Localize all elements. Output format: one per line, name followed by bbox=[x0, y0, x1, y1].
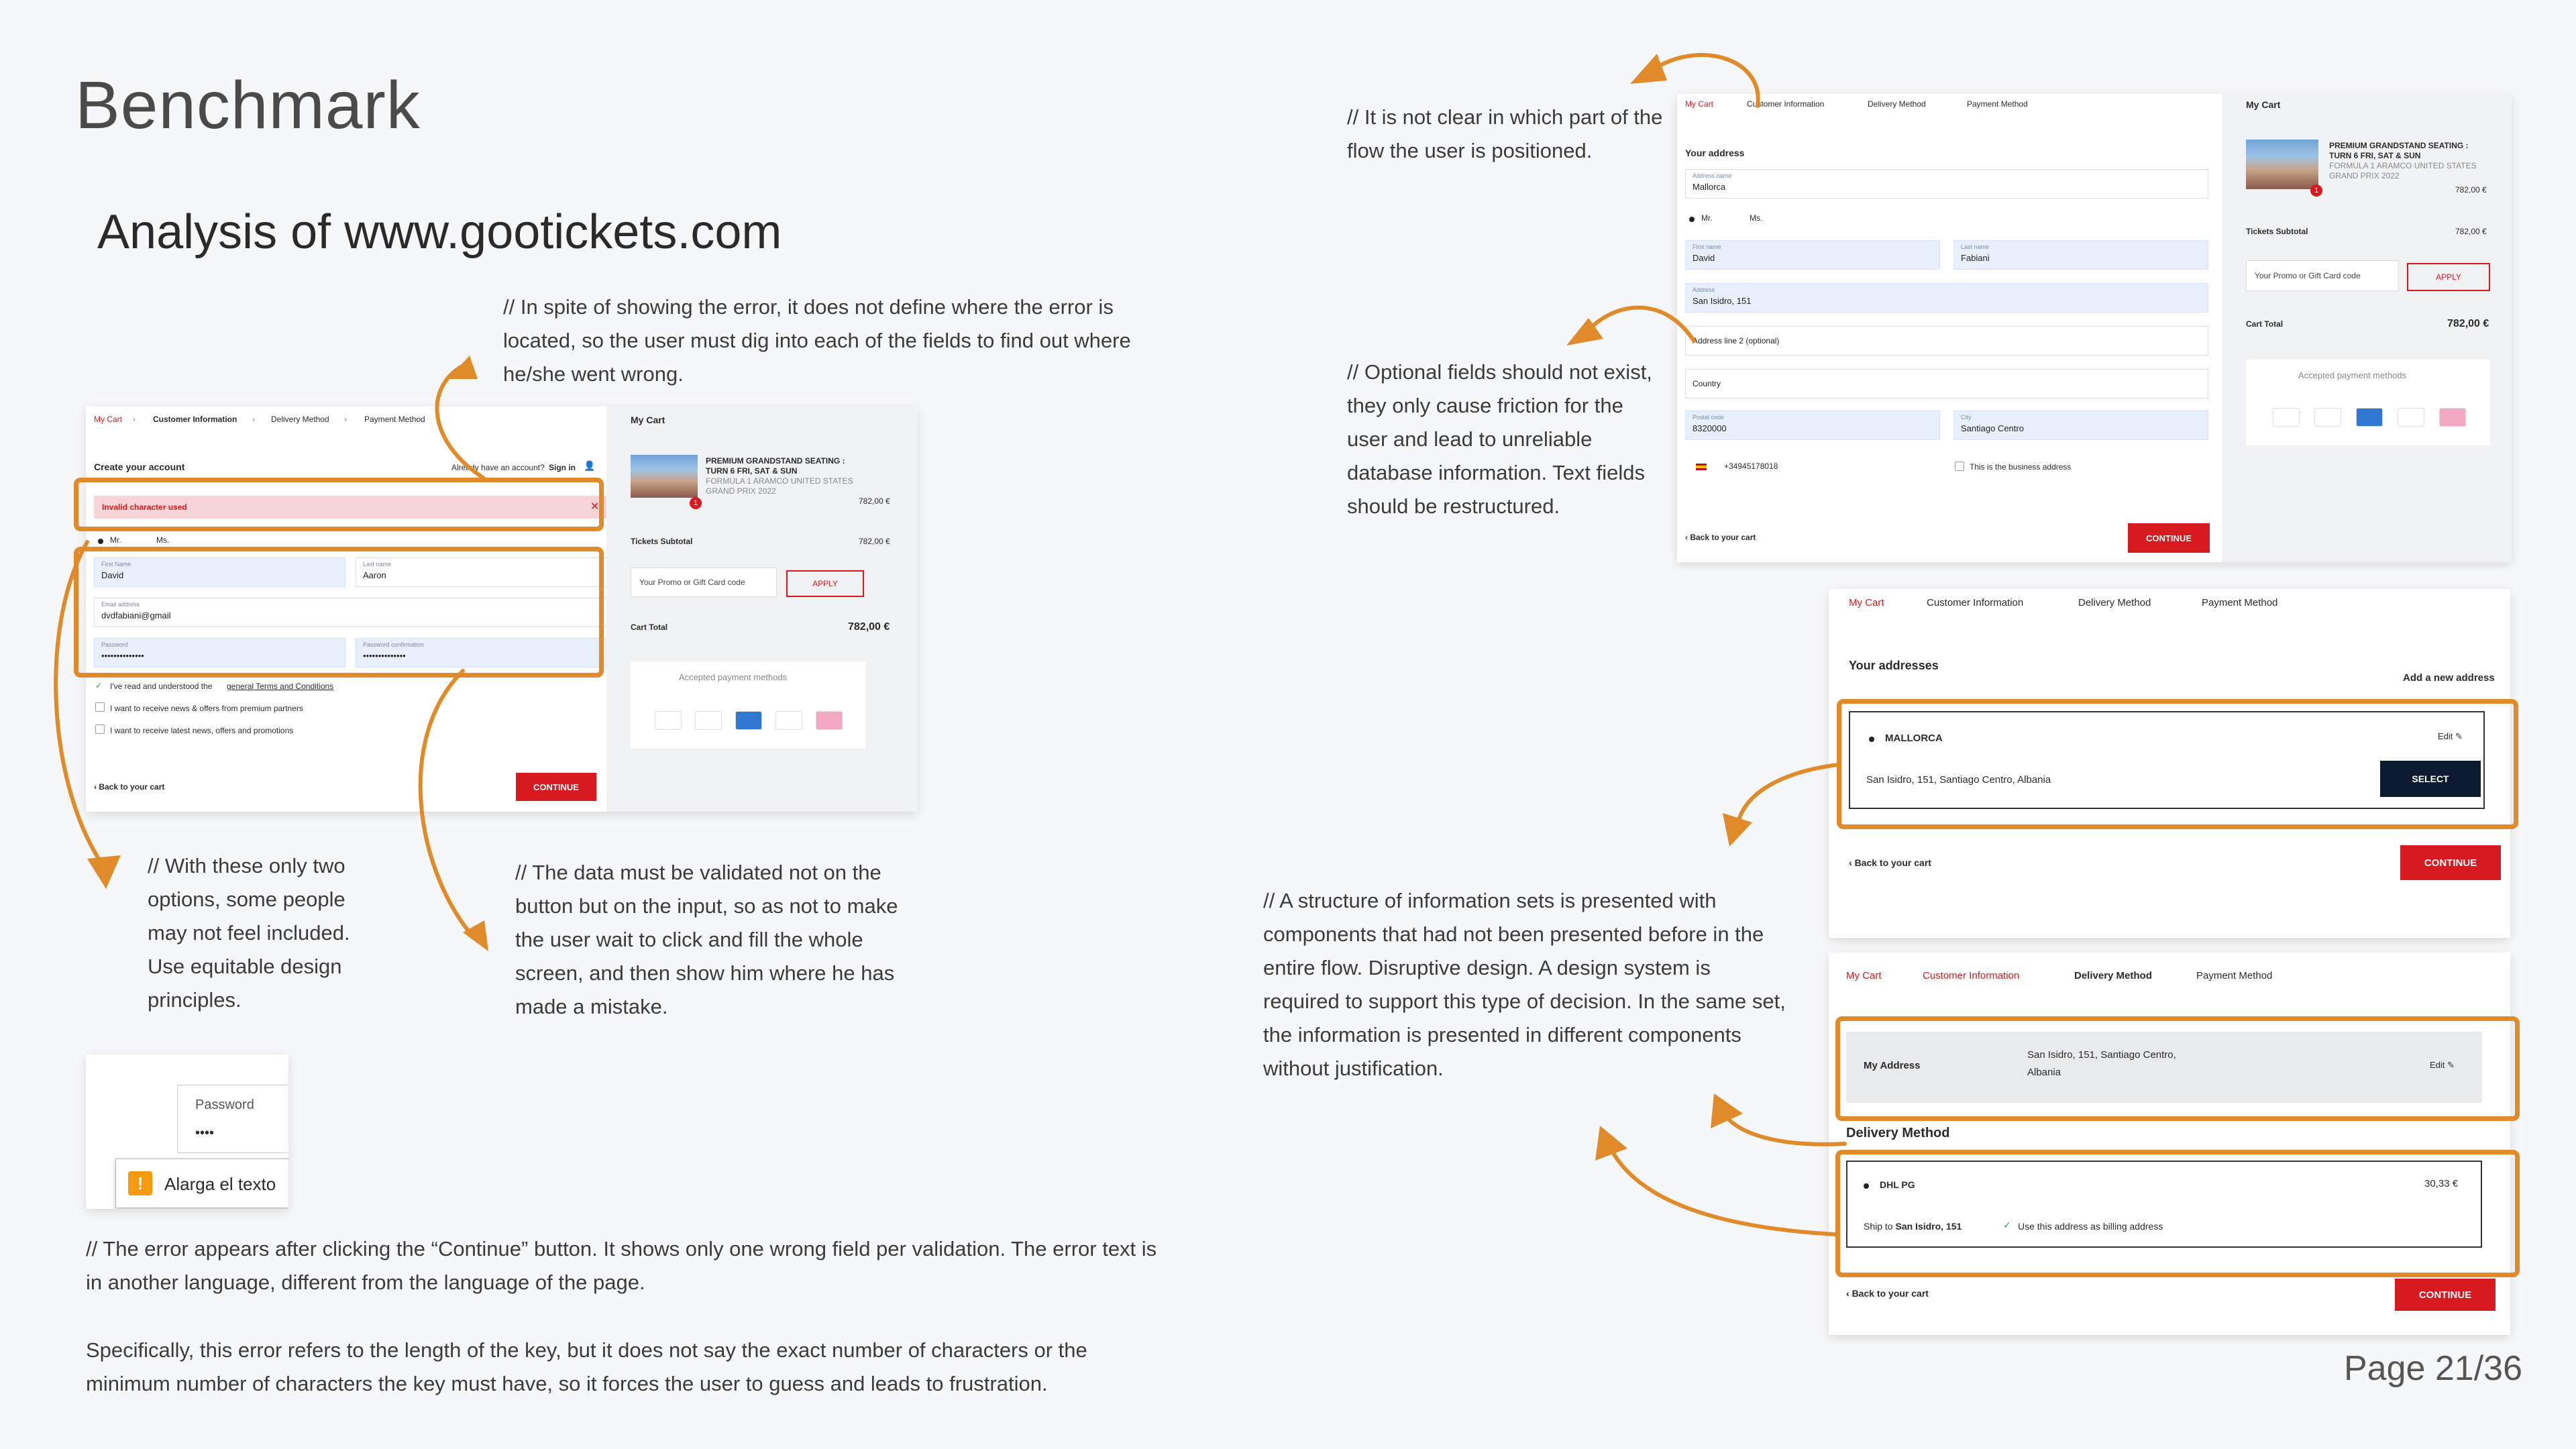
arrowhead bbox=[1723, 813, 1752, 847]
arrowhead bbox=[448, 356, 478, 379]
arrow-validation bbox=[418, 669, 472, 934]
annotation-arrows bbox=[54, 53, 1847, 1236]
arrow-address-card bbox=[1735, 763, 1840, 827]
arrow-my-address bbox=[1722, 1112, 1847, 1146]
arrowhead bbox=[463, 920, 488, 951]
arrow-two-options bbox=[54, 540, 103, 864]
arrow-flow bbox=[1655, 53, 1760, 108]
arrow-delivery-option bbox=[1608, 1145, 1837, 1236]
arrow-optional bbox=[1588, 305, 1696, 343]
arrowhead bbox=[87, 855, 121, 889]
arrow-error-location bbox=[435, 364, 485, 480]
arrowhead bbox=[1595, 1126, 1627, 1161]
arrowhead bbox=[1630, 54, 1667, 84]
arrowhead bbox=[1711, 1093, 1743, 1128]
